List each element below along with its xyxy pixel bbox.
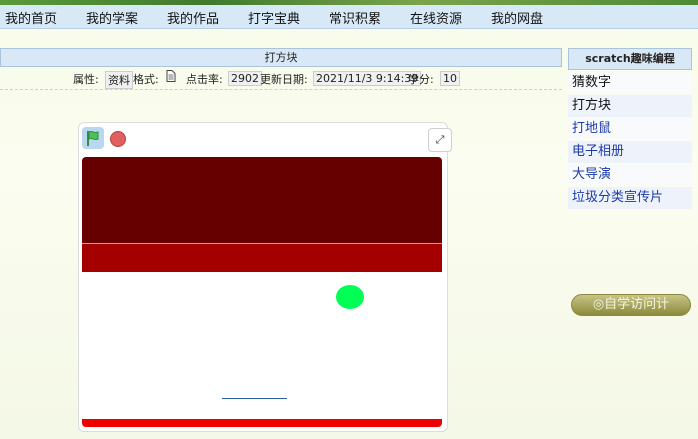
block-row-red [82, 244, 442, 272]
ball [336, 285, 364, 309]
sidebar-item-director[interactable]: 大导演 [568, 164, 692, 186]
sidebar-item-breakout[interactable]: 打方块 [568, 95, 692, 117]
top-nav: 我的首页 我的学案 我的作品 打字宝典 常识积累 在线资源 我的网盘 [0, 5, 698, 29]
updated-label: 更新日期: [260, 73, 308, 86]
updated-value: 2021/11/3 9:14:39 [313, 71, 422, 86]
clicks-value: 2902 [228, 71, 262, 86]
document-icon[interactable] [166, 70, 176, 85]
nav-item-typing[interactable]: 打字宝典 [248, 8, 300, 27]
sidebar-item-garbage-sorting[interactable]: 垃圾分类宣传片 [568, 187, 692, 209]
fullscreen-button[interactable]: ⤢ [428, 128, 452, 152]
fullscreen-icon: ⤢ [435, 133, 445, 146]
credits-label: 学分: [408, 73, 434, 86]
paddle [222, 398, 287, 399]
nav-item-lessons[interactable]: 我的学案 [86, 8, 138, 27]
sidebar-item-whack-mole[interactable]: 打地鼠 [568, 118, 692, 140]
credits-value: 10 [440, 71, 460, 86]
scratch-player: ⤢ [78, 122, 452, 432]
nav-item-knowledge[interactable]: 常识积累 [329, 8, 381, 27]
nav-item-resources[interactable]: 在线资源 [410, 8, 462, 27]
green-flag-icon [87, 130, 99, 146]
article-meta: 属性: 资料 格式: 点击率: 2902 更新日期: 2021/11/3 9:1… [0, 70, 562, 89]
clicks-label: 点击率: [186, 73, 223, 86]
stop-button[interactable] [110, 131, 126, 147]
bottom-boundary [82, 419, 442, 427]
sidebar-item-photo-album[interactable]: 电子相册 [568, 141, 692, 163]
sidebar-header: scratch趣味编程 [568, 48, 692, 70]
divider [0, 89, 562, 90]
format-label: 格式: [133, 73, 159, 86]
attr-value: 资料 [105, 71, 133, 89]
nav-item-netdisk[interactable]: 我的网盘 [491, 8, 543, 27]
green-flag-button[interactable] [82, 127, 104, 149]
sidebar-item-guess-number[interactable]: 猜数字 [568, 72, 692, 94]
attr-label: 属性: [73, 73, 99, 86]
nav-item-works[interactable]: 我的作品 [167, 8, 219, 27]
visit-counter-badge[interactable]: ◎自学访问计 [571, 294, 691, 316]
nav-item-home[interactable]: 我的首页 [5, 8, 57, 27]
game-stage[interactable] [82, 157, 442, 427]
page-title: 打方块 [0, 48, 562, 67]
block-row-dark [82, 157, 442, 243]
